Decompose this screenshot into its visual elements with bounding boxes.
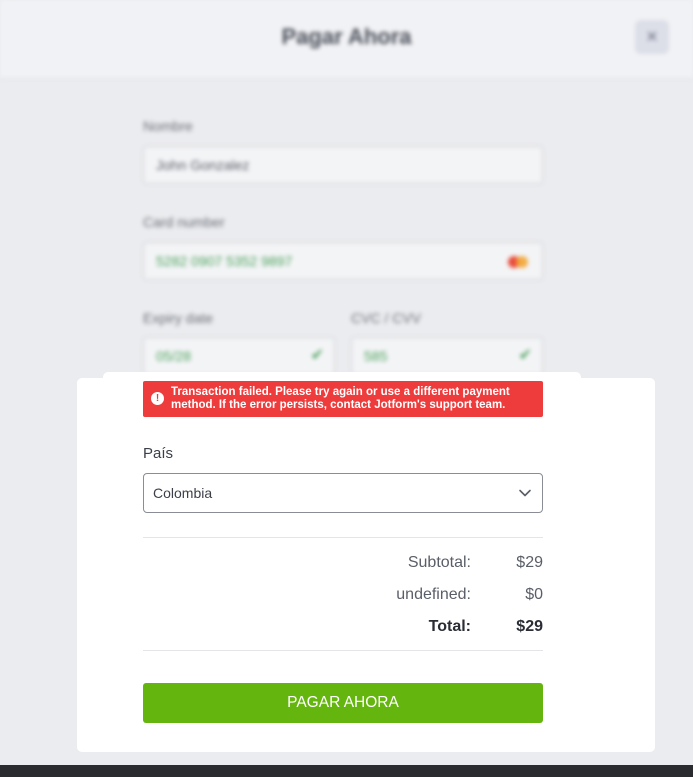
chevron-down-icon (519, 489, 531, 497)
country-selected-value: Colombia (153, 485, 213, 501)
pay-now-button[interactable]: PAGAR AHORA (143, 683, 543, 723)
name-field[interactable]: John Gonzalez (143, 146, 543, 184)
total-value: $29 (516, 618, 543, 635)
country-select[interactable]: Colombia (143, 473, 543, 513)
error-message: Transaction failed. Please try again or … (171, 386, 510, 411)
extra-fee-label: undefined: (396, 586, 471, 603)
mastercard-icon (508, 256, 530, 268)
divider (143, 537, 543, 538)
cvc-field[interactable]: 585 ✔ (351, 337, 543, 375)
checkmark-icon: ✔ (518, 347, 532, 364)
card-number-label: Card number (143, 214, 225, 230)
divider (143, 650, 543, 651)
expiry-field[interactable]: 05/28 ✔ (143, 337, 335, 375)
cvc-value: 585 (364, 348, 388, 364)
total-label: Total: (428, 618, 471, 635)
subtotal-value: $29 (516, 554, 543, 571)
expiry-label: Expiry date (143, 310, 214, 326)
expiry-value: 05/28 (156, 348, 192, 364)
extra-fee-value: $0 (525, 586, 543, 603)
close-icon[interactable]: × (635, 20, 669, 54)
name-label: Nombre (143, 118, 193, 134)
subtotal-label: Subtotal: (407, 554, 471, 571)
card-number-field[interactable]: 5282 0907 5352 9897 (143, 242, 543, 280)
error-banner: ! Transaction failed. Please try again o… (143, 381, 543, 417)
country-label: País (143, 445, 174, 462)
error-icon: ! (151, 392, 164, 405)
cvc-label: CVC / CVV (351, 310, 422, 326)
checkmark-icon: ✔ (310, 347, 324, 364)
modal-header: Pagar Ahora × (0, 0, 693, 79)
card-number-value: 5282 0907 5352 9897 (156, 253, 293, 269)
modal-title: Pagar Ahora (281, 24, 412, 49)
